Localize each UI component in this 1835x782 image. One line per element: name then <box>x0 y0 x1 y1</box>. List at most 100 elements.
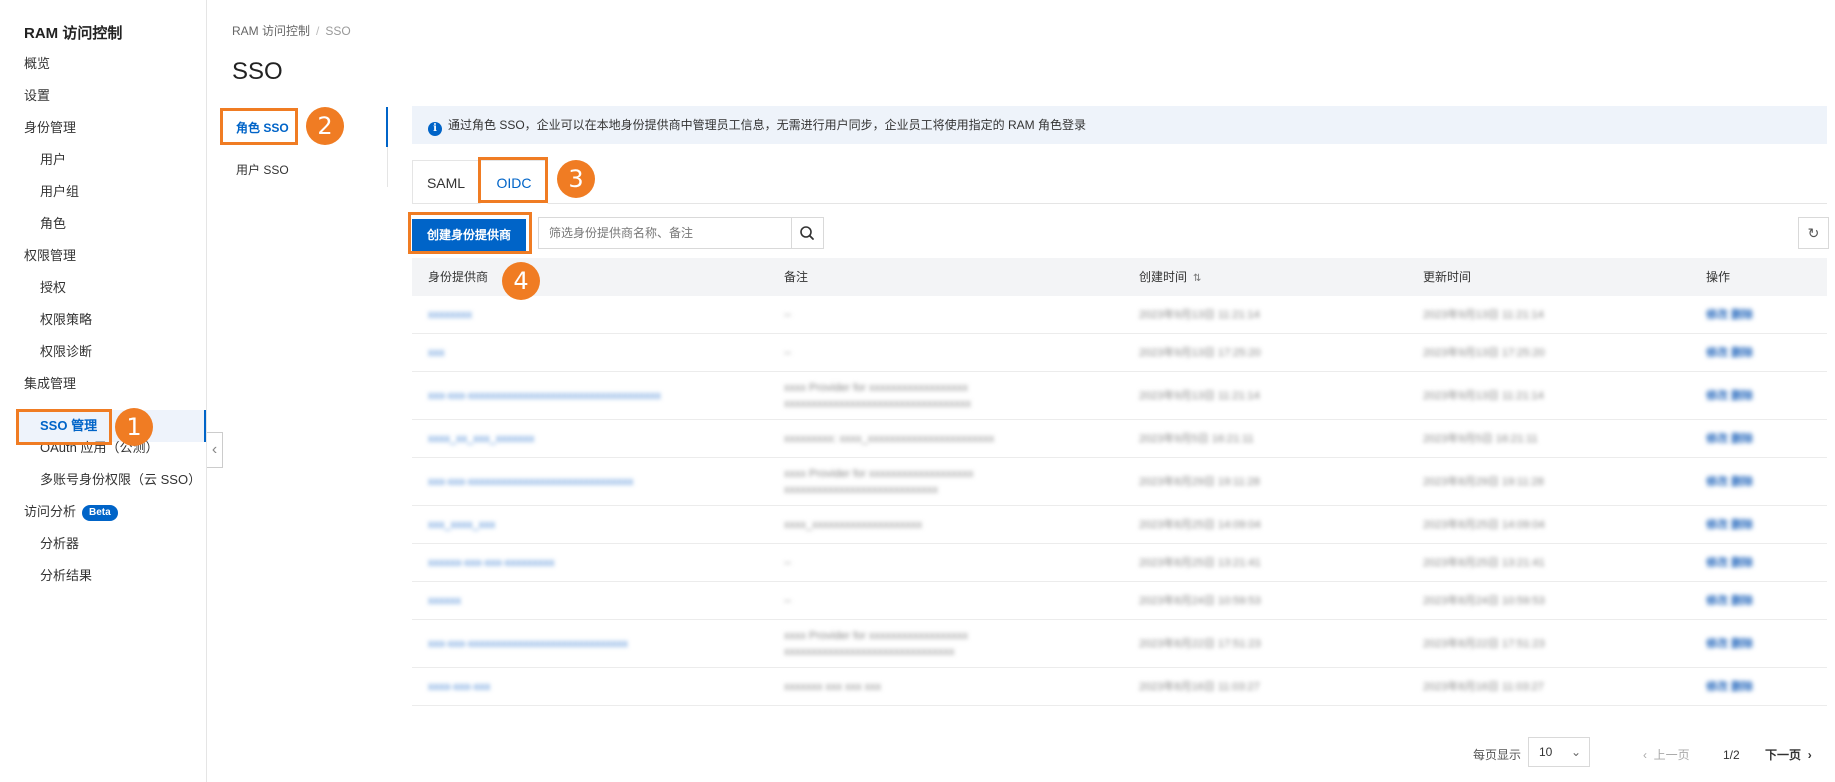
note-line: xxxx Provider for xxxxxxxxxxxxxxxxxx <box>784 629 968 642</box>
row-actions[interactable]: 修改 删除 <box>1706 307 1753 323</box>
sidebar-item-label: 权限管理 <box>24 248 77 263</box>
header-created[interactable]: 创建时间 ⇅ <box>1139 258 1201 298</box>
note-line: xxxxxxx xxx xxx xxx <box>784 680 882 693</box>
sidebar-item[interactable]: 权限管理 <box>24 246 76 266</box>
sidebar-item-label: 角色 <box>40 216 67 231</box>
prev-page-button[interactable]: ‹ 上一页 <box>1643 740 1690 770</box>
note-line: xxxx Provider for xxxxxxxxxxxxxxxxxx <box>784 381 968 394</box>
tab-saml[interactable]: SAML <box>412 160 480 204</box>
note-cell: xxxx Provider for xxxxxxxxxxxxxxxxxx xxxx… <box>784 380 971 412</box>
header-provider: 身份提供商 <box>428 270 489 284</box>
note-line: xxxxxxxxxxxxxxxxxxxxxxxxxxxxxxxxxx <box>784 397 971 410</box>
row-actions[interactable]: 修改 删除 <box>1706 431 1753 447</box>
updated-time: 2023年8月22日 17:51:23 <box>1423 637 1545 650</box>
breadcrumb: RAM 访问控制 / SSO <box>232 22 351 39</box>
created-time: 2023年8月29日 19:11:28 <box>1139 475 1260 488</box>
sidebar-item[interactable]: 多账号身份权限（云 SSO） <box>40 470 201 490</box>
table-row: xxxx_xx_xxx_xxxxxxx xxxxxxxxx: xxxx_xxxxx… <box>412 420 1827 458</box>
search-input[interactable] <box>538 217 792 249</box>
note-cell: -- <box>784 345 791 361</box>
updated-time: 2023年9月13日 11:21:14 <box>1423 389 1544 402</box>
tabs-baseline <box>412 203 1827 204</box>
callout-number-3: 3 <box>557 160 595 198</box>
app-title: RAM 访问控制 <box>24 25 123 42</box>
collapse-sidebar-icon[interactable]: ‹ <box>207 432 223 468</box>
sidebar-item-label: 用户组 <box>40 184 80 199</box>
sidebar-item[interactable]: 概览 <box>24 54 50 74</box>
created-time: 2023年8月24日 10:59:53 <box>1139 594 1261 607</box>
note-cell: xxxx Provider for xxxxxxxxxxxxxxxxxxxxxx… <box>784 466 973 498</box>
next-page-label: 下一页 <box>1765 748 1802 762</box>
note-line: -- <box>784 556 792 569</box>
provider-link[interactable]: xxxxxxxx <box>428 307 472 323</box>
sidebar-item-label: 集成管理 <box>24 376 77 391</box>
provider-link[interactable]: xxxx-xxx-xxx <box>428 679 490 695</box>
row-actions[interactable]: 修改 删除 <box>1706 388 1753 404</box>
row-actions[interactable]: 修改 删除 <box>1706 593 1753 609</box>
provider-link[interactable]: xxx-xxx-xxxxxxxxxxxxxxxxxxxxxxxxxxxxx <box>428 636 628 652</box>
row-actions[interactable]: 修改 删除 <box>1706 555 1753 571</box>
sidebar-item[interactable]: 分析器 <box>40 534 79 554</box>
table-row: xxx-xxx-xxxxxxxxxxxxxxxxxxxxxxxxxxxxx xxx… <box>412 620 1827 668</box>
created-time: 2023年8月22日 17:51:23 <box>1139 637 1261 650</box>
created-time: 2023年8月25日 14:09:04 <box>1139 518 1261 531</box>
provider-link[interactable]: xxxxxx-xxx-xxx-xxxxxxxxx <box>428 555 555 571</box>
sidebar-item[interactable]: 用户组 <box>40 182 79 202</box>
provider-link[interactable]: xxx-xxx-xxxxxxxxxxxxxxxxxxxxxxxxxxxxxxxx… <box>428 388 661 404</box>
row-actions[interactable]: 修改 删除 <box>1706 345 1753 361</box>
sidebar-item-label: 访问分析 <box>24 504 77 519</box>
sidebar-item-label: 用户 <box>40 152 67 167</box>
sidebar-item[interactable]: 角色 <box>40 214 66 234</box>
callout-box-4 <box>408 212 532 254</box>
sidebar-item-label: 权限策略 <box>40 312 93 327</box>
provider-link[interactable]: xxx-xxx-xxxxxxxxxxxxxxxxxxxxxxxxxxxxxx <box>428 474 633 490</box>
provider-link[interactable]: xxx <box>428 345 445 361</box>
sort-icon: ⇅ <box>1193 273 1202 284</box>
row-actions[interactable]: 修改 删除 <box>1706 474 1753 490</box>
created-time: 2023年9月5日 16:21:11 <box>1139 432 1254 445</box>
next-page-button[interactable]: 下一页 › <box>1765 740 1812 770</box>
header-updated: 更新时间 <box>1423 270 1472 284</box>
note-line: xxxx Provider for xxxxxxxxxxxxxxxxxxx <box>784 467 974 480</box>
note-cell: -- <box>784 593 791 609</box>
search-button[interactable] <box>792 217 824 249</box>
updated-time: 2023年9月5日 16:21:11 <box>1423 432 1538 445</box>
sidebar-item-label: 授权 <box>40 280 67 295</box>
updated-time: 2023年9月13日 17:25:20 <box>1423 346 1545 359</box>
sidebar-item[interactable]: 权限诊断 <box>40 342 92 362</box>
updated-time: 2023年8月16日 11:03:27 <box>1423 680 1544 693</box>
provider-link[interactable]: xxx_xxxx_xxx <box>428 517 495 533</box>
refresh-button[interactable]: ↻ <box>1798 217 1829 249</box>
sidebar-item[interactable]: 访问分析 Beta <box>24 502 118 522</box>
provider-link[interactable]: xxxx_xx_xxx_xxxxxxx <box>428 431 534 447</box>
updated-time: 2023年8月25日 14:09:04 <box>1423 518 1545 531</box>
sidebar-item[interactable]: 身份管理 <box>24 118 76 138</box>
row-actions[interactable]: 修改 删除 <box>1706 636 1753 652</box>
note-cell: xxxxxxxxx: xxxx_xxxxxxxxxxxxxxxxxxxxxxx <box>784 431 994 447</box>
row-actions[interactable]: 修改 删除 <box>1706 517 1753 533</box>
sidebar-item[interactable]: 集成管理 <box>24 374 76 394</box>
provider-link[interactable]: xxxxxx <box>428 593 461 609</box>
table-row: xxxxxx -- 2023年8月24日 10:59:53 2023年8月24日 10… <box>412 582 1827 620</box>
provider-table: 身份提供商 备注 创建时间 ⇅ 更新时间 操作 xxxxxxxx -- 2023年9月… <box>412 258 1827 706</box>
note-cell: -- <box>784 307 791 323</box>
row-actions[interactable]: 修改 删除 <box>1706 679 1753 695</box>
note-cell: xxxx_xxxxxxxxxxxxxxxxxxxx <box>784 517 922 533</box>
sidebar-item[interactable]: 用户 <box>40 150 66 170</box>
sidebar-item[interactable]: 分析结果 <box>40 566 92 586</box>
page-size-value: 10 <box>1539 745 1553 759</box>
table-row: xxxx-xxx-xxx xxxxxxx xxx xxx xxx 2023年8月16… <box>412 668 1827 706</box>
subnav-user-sso[interactable]: 用户 SSO <box>236 160 289 180</box>
sidebar-item[interactable]: 设置 <box>24 86 50 106</box>
breadcrumb-root[interactable]: RAM 访问控制 <box>232 24 310 38</box>
sidebar-item[interactable]: 授权 <box>40 278 66 298</box>
callout-box-2 <box>220 108 298 145</box>
chevron-left-icon: ‹ <box>1643 748 1647 762</box>
page-indicator: 1/2 <box>1723 748 1740 762</box>
created-time: 2023年9月13日 11:21:14 <box>1139 308 1260 321</box>
page-size-select[interactable]: 10 ⌄ <box>1528 737 1590 767</box>
sidebar-item[interactable]: 权限策略 <box>40 310 92 330</box>
callout-box-1 <box>16 409 112 445</box>
note-line: xxxx_xxxxxxxxxxxxxxxxxxxx <box>784 518 923 531</box>
callout-number-4: 4 <box>502 262 540 300</box>
